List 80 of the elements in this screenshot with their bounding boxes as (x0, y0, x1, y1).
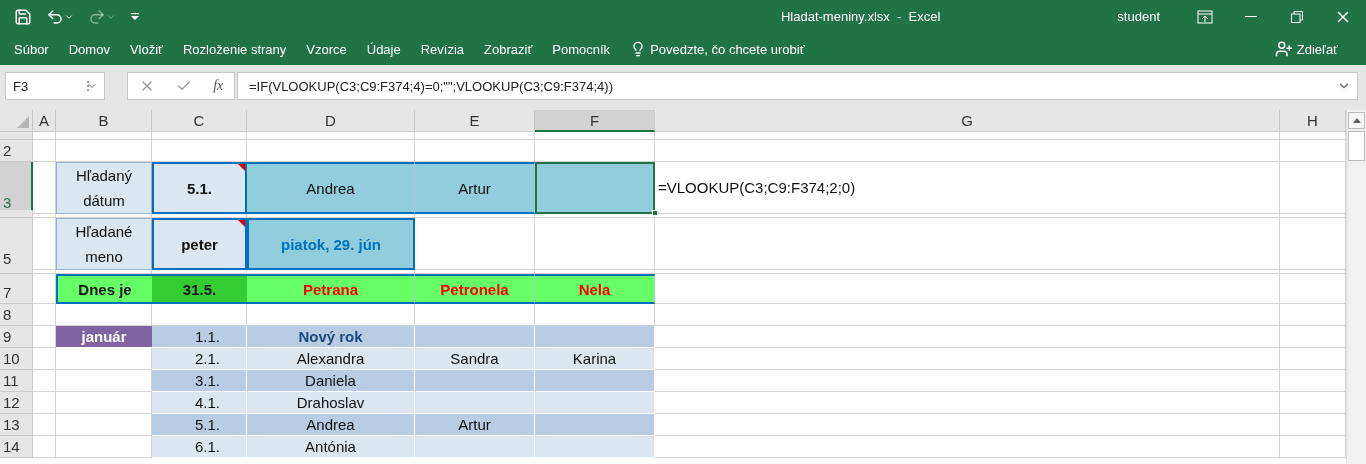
ribbon-tab[interactable]: Rozloženie strany (172, 35, 297, 63)
up-arrow-icon (1352, 118, 1361, 123)
tell-me-button[interactable]: Povedzte, čo chcete urobiť (620, 35, 815, 63)
column-header[interactable]: A (33, 110, 56, 132)
spreadsheet-cell[interactable]: Nový rok (247, 326, 415, 348)
customize-menu-icon[interactable] (130, 11, 140, 22)
spreadsheet-cell[interactable]: 5.1. (152, 162, 247, 214)
spreadsheet-cell[interactable]: Hľadaný dátum (56, 162, 152, 214)
restore-icon (1291, 10, 1303, 23)
empty-cell[interactable] (655, 218, 1280, 270)
column-header[interactable]: E (415, 110, 535, 132)
spreadsheet-cell[interactable]: Andrea (247, 162, 415, 214)
spreadsheet-cell[interactable]: 3.1. (152, 370, 247, 392)
ribbon-tab[interactable]: Pomocník (542, 35, 621, 63)
empty-cell[interactable] (655, 304, 1280, 326)
ribbon-tab[interactable]: Domov (58, 35, 120, 63)
spreadsheet-cell[interactable]: január (56, 326, 152, 348)
fill-handle[interactable] (652, 210, 658, 216)
row-header[interactable]: 13 (0, 414, 33, 436)
spreadsheet-cell[interactable]: Dnes je (56, 274, 152, 304)
ribbon-display-icon (1197, 9, 1213, 24)
insert-function-button[interactable]: fx (213, 78, 224, 94)
empty-cell[interactable] (535, 218, 655, 270)
vertical-scrollbar[interactable] (1346, 110, 1366, 464)
scroll-up-button[interactable] (1348, 112, 1365, 129)
column-header[interactable]: C (152, 110, 247, 132)
spreadsheet-cell[interactable]: 31.5. (152, 274, 247, 304)
ribbon-tab[interactable]: Vzorce (296, 35, 357, 63)
spreadsheet-cell[interactable]: Hľadané meno (56, 218, 152, 270)
ribbon-tab[interactable]: Vložiť (119, 35, 173, 63)
spreadsheet-cell[interactable]: Karina (535, 348, 655, 370)
column-header[interactable]: F (535, 110, 655, 132)
save-icon[interactable] (14, 7, 32, 26)
row-header[interactable]: 10 (0, 348, 33, 370)
spreadsheet-cell[interactable]: 4.1. (152, 392, 247, 414)
spreadsheet-cell[interactable]: Drahoslav (247, 392, 415, 414)
spreadsheet-cell[interactable]: Artur (415, 162, 535, 214)
undo-icon[interactable] (46, 7, 74, 26)
column-header[interactable]: H (1280, 110, 1346, 132)
user-name: student (1117, 9, 1160, 24)
minimize-icon (1245, 16, 1257, 17)
spreadsheet-cell[interactable]: =VLOOKUP(C3;C9:F374;2;0) (655, 162, 1280, 214)
row-header[interactable]: 8 (0, 304, 33, 326)
window-title: Hladat-meniny.xlsx - Excel (779, 9, 942, 24)
column-header[interactable]: B (56, 110, 152, 132)
row-header[interactable]: 11 (0, 370, 33, 392)
spreadsheet-cell[interactable]: 1.1. (152, 326, 247, 348)
spreadsheet-cell[interactable]: Daniela (247, 370, 415, 392)
scroll-thumb[interactable] (1348, 131, 1365, 161)
spreadsheet-cell[interactable] (535, 162, 655, 214)
spreadsheet-cell[interactable]: 2.1. (152, 348, 247, 370)
hidden-row-marker (0, 266, 33, 274)
ribbon-tab[interactable]: Zobraziť (474, 35, 543, 63)
formula-field[interactable]: =IF(VLOOKUP(C3;C9:F374;4)=0;"";VLOOKUP(C3;C9:F374;4)) (237, 72, 1358, 100)
name-box[interactable]: F3 (5, 72, 105, 100)
row-header[interactable]: 9 (0, 326, 33, 348)
spreadsheet-cell[interactable]: 5.1. (152, 414, 247, 436)
spreadsheet-cell[interactable]: Artur (415, 414, 535, 436)
spreadsheet-cell[interactable]: Alexandra (247, 348, 415, 370)
row-header[interactable]: 2 (0, 140, 33, 162)
select-all-button[interactable] (0, 110, 33, 132)
column-header[interactable]: G (655, 110, 1280, 132)
row-header[interactable]: 7 (0, 274, 33, 304)
row-header[interactable]: 12 (0, 392, 33, 414)
ribbon-tab[interactable]: Revízia (410, 35, 475, 63)
corner-triangle-icon (17, 116, 29, 128)
empty-cell[interactable] (655, 140, 1280, 162)
add-person-icon (1274, 40, 1293, 58)
spreadsheet-cell[interactable]: peter (152, 218, 247, 270)
column-header[interactable]: D (247, 110, 415, 132)
ribbon-tab[interactable]: Súbor (4, 35, 59, 63)
ribbon-tab[interactable]: Údaje (356, 35, 411, 63)
spreadsheet-cell[interactable]: Sandra (415, 348, 535, 370)
hidden-row-marker (0, 132, 33, 140)
spreadsheet-cell[interactable]: Andrea (247, 414, 415, 436)
hidden-row-marker (0, 210, 33, 218)
spreadsheet-cell[interactable]: Antónia (247, 436, 415, 458)
spreadsheet-cell[interactable]: 6.1. (152, 436, 247, 458)
share-button[interactable]: Zdieľať (1268, 39, 1344, 59)
row-header[interactable]: 14 (0, 436, 33, 458)
